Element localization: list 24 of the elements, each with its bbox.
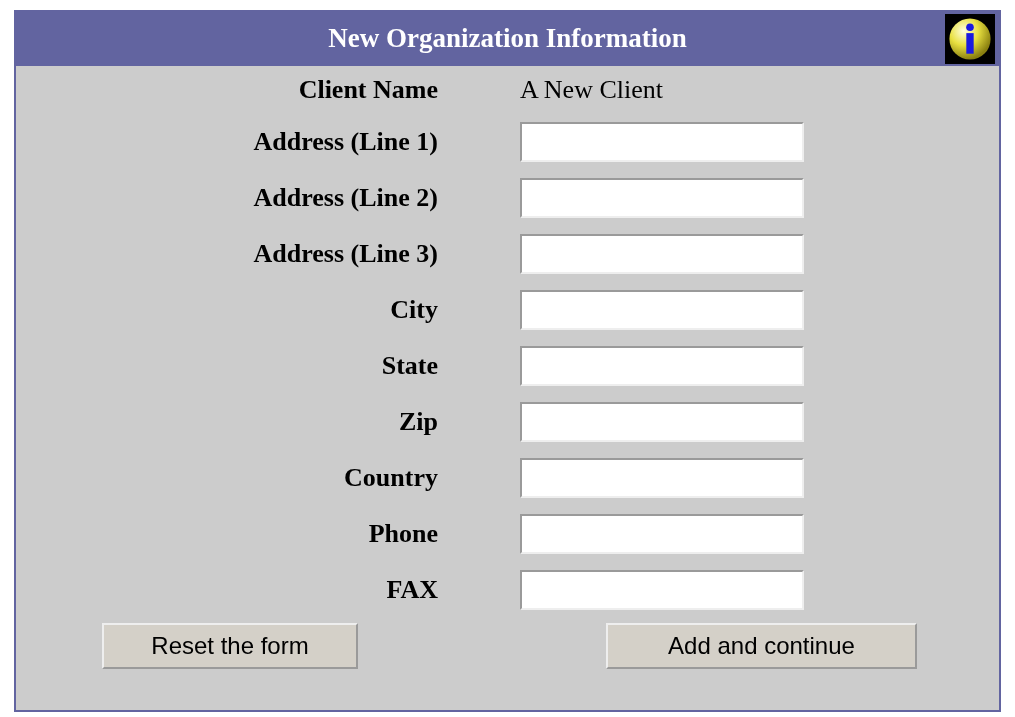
field-label: Client Name xyxy=(297,75,438,105)
field-label: Address (Line 1) xyxy=(252,127,438,157)
field-label: State xyxy=(380,351,438,381)
form-title: New Organization Information xyxy=(328,22,687,54)
input-field[interactable] xyxy=(520,346,804,386)
field-label: Address (Line 3) xyxy=(252,239,438,269)
input-field[interactable] xyxy=(520,458,804,498)
input-field[interactable] xyxy=(520,122,804,162)
input-field[interactable] xyxy=(520,178,804,218)
submit-button[interactable]: Add and continue xyxy=(606,623,917,669)
input-field[interactable] xyxy=(520,570,804,610)
input-field[interactable] xyxy=(520,514,804,554)
field-label: FAX xyxy=(385,575,438,605)
field-label: Country xyxy=(343,463,438,493)
input-field[interactable] xyxy=(520,402,804,442)
info-icon[interactable] xyxy=(943,14,997,64)
field-label: Address (Line 2) xyxy=(252,183,438,213)
input-field[interactable] xyxy=(520,234,804,274)
field-label: Phone xyxy=(367,519,438,549)
field-label: City xyxy=(389,295,438,325)
reset-button[interactable]: Reset the form xyxy=(102,623,358,669)
field-label: Zip xyxy=(397,407,438,437)
client-name-value: A New Client xyxy=(520,75,664,105)
input-field[interactable] xyxy=(520,290,804,330)
